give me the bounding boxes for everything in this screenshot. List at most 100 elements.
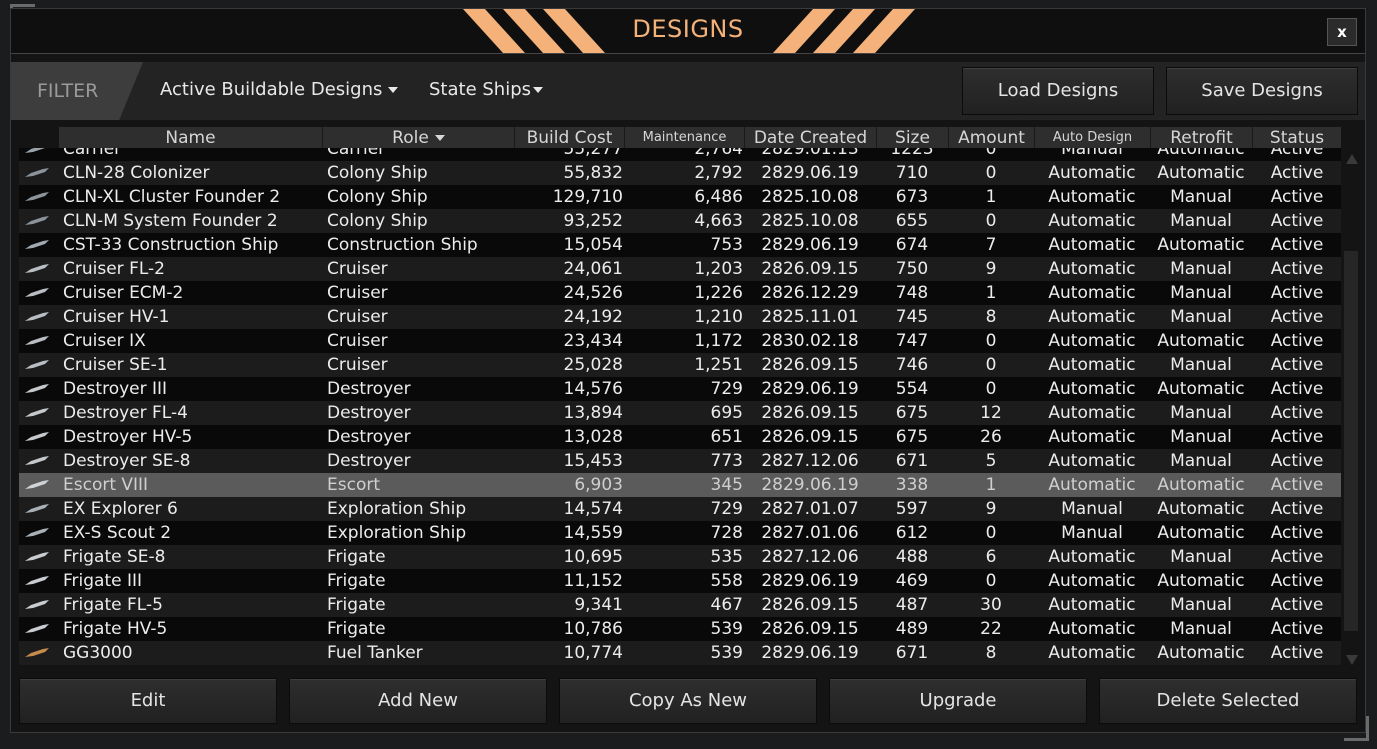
cell-amount: 8 (985, 643, 997, 663)
cell-date-created: 2827.12.06 (761, 451, 859, 471)
tanker-icon (25, 648, 49, 657)
ship-icon (25, 336, 49, 345)
delete-selected-button[interactable]: Delete Selected (1099, 678, 1357, 724)
table-row[interactable]: Destroyer HV-5 Destroyer 13,028 651 2826.09.… (19, 425, 1341, 449)
cell-size: 487 (895, 595, 929, 615)
column-header-date-created[interactable]: Date Created (745, 127, 877, 149)
window-title: DESIGNS (632, 15, 744, 43)
cell-role: Frigate (327, 595, 386, 615)
cell-build-cost: 11,152 (563, 571, 623, 591)
cell-maintenance: 1,226 (694, 283, 743, 303)
cell-maintenance: 651 (710, 427, 743, 447)
cell-role: Exploration Ship (327, 499, 467, 519)
cell-amount: 26 (980, 427, 1002, 447)
cell-amount: 0 (985, 331, 997, 351)
scroll-up-icon[interactable] (1346, 154, 1358, 164)
cell-status: Active (1270, 211, 1324, 231)
cell-date-created: 2827.01.07 (761, 499, 859, 519)
table-row[interactable]: CLN-XL Cluster Founder 2 Colony Ship 129,7… (19, 185, 1341, 209)
table-row[interactable]: Cruiser ECM-2 Cruiser 24,526 1,226 2826.12.2… (19, 281, 1341, 305)
table-row[interactable]: Escort VIII Escort 6,903 345 2829.06.19 338 1 A… (19, 473, 1341, 497)
cell-status: Active (1270, 571, 1324, 591)
cell-retrofit: Automatic (1157, 475, 1245, 495)
edit-button[interactable]: Edit (19, 678, 277, 724)
table-row[interactable]: Cruiser HV-1 Cruiser 24,192 1,210 2825.11.01… (19, 305, 1341, 329)
column-header-maintenance[interactable]: Maintenance (625, 127, 745, 149)
cell-retrofit: Manual (1170, 595, 1232, 615)
cell-role: Colony Ship (327, 187, 428, 207)
ship-icon (25, 600, 49, 609)
column-header-size[interactable]: Size (877, 127, 949, 149)
cell-auto-design: Automatic (1048, 259, 1136, 279)
cell-role: Colony Ship (327, 211, 428, 231)
column-header-status[interactable]: Status (1253, 127, 1341, 149)
ship-icon (25, 168, 49, 177)
cell-size: 488 (895, 547, 929, 567)
cell-auto-design: Automatic (1048, 451, 1136, 471)
table-row[interactable]: Frigate SE-8 Frigate 10,695 535 2827.12.06 48… (19, 545, 1341, 569)
ship-icon (25, 148, 45, 153)
table-row[interactable]: CLN-M System Founder 2 Colony Ship 93,252 4… (19, 209, 1341, 233)
column-header-build-cost[interactable]: Build Cost (515, 127, 625, 149)
save-designs-button[interactable]: Save Designs (1166, 67, 1358, 115)
table-row[interactable]: CST-33 Construction Ship Construction Shi… (19, 233, 1341, 257)
cell-retrofit: Manual (1170, 307, 1232, 327)
cell-build-cost: 23,434 (563, 331, 623, 351)
cell-status: Active (1270, 619, 1324, 639)
table-row[interactable]: Destroyer SE-8 Destroyer 15,453 773 2827.12.… (19, 449, 1341, 473)
cell-maintenance: 729 (710, 499, 743, 519)
upgrade-button[interactable]: Upgrade (829, 678, 1087, 724)
copy-as-new-button[interactable]: Copy As New (559, 678, 817, 724)
cell-name: Frigate FL-5 (63, 595, 163, 615)
cell-size: 675 (895, 403, 929, 423)
cell-size: 671 (895, 451, 929, 471)
cell-size: 469 (895, 571, 929, 591)
load-designs-button[interactable]: Load Designs (962, 67, 1154, 115)
column-header-role[interactable]: Role (323, 127, 515, 149)
cell-date-created: 2829.06.19 (761, 163, 859, 183)
cell-build-cost: 25,028 (563, 355, 623, 375)
cell-size: 675 (895, 427, 929, 447)
scrollbar-thumb[interactable] (1344, 251, 1358, 631)
table-row[interactable]: Cruiser IX Cruiser 23,434 1,172 2830.02.18 74… (19, 329, 1341, 353)
cell-build-cost: 129,710 (552, 187, 623, 207)
table-row[interactable]: Destroyer FL-4 Destroyer 13,894 695 2826.09.… (19, 401, 1341, 425)
cell-role: Cruiser (327, 355, 388, 375)
cell-build-cost: 13,894 (563, 403, 623, 423)
column-header-amount[interactable]: Amount (949, 127, 1035, 149)
table-row[interactable]: GG3000 Fuel Tanker 10,774 539 2829.06.19 671 8… (19, 641, 1341, 665)
ship-type-dropdown[interactable]: State Ships (429, 79, 544, 100)
scroll-down-icon[interactable] (1346, 655, 1358, 665)
table-row[interactable]: Frigate HV-5 Frigate 10,786 539 2826.09.15 48… (19, 617, 1341, 641)
cell-maintenance: 695 (710, 403, 743, 423)
table-row[interactable]: Destroyer III Destroyer 14,576 729 2829.06.1… (19, 377, 1341, 401)
table-row[interactable]: Cruiser SE-1 Cruiser 25,028 1,251 2826.09.15… (19, 353, 1341, 377)
ship-icon (25, 384, 49, 393)
column-header-name[interactable]: Name (59, 127, 323, 149)
close-button[interactable]: x (1327, 18, 1357, 46)
table-row[interactable]: EX-S Scout 2 Exploration Ship 14,559 728 282… (19, 521, 1341, 545)
table-row[interactable]: Frigate III Frigate 11,152 558 2829.06.19 469… (19, 569, 1341, 593)
cell-status: Active (1270, 379, 1324, 399)
table-row[interactable]: Carrier Carrier 55,277 2,764 2829.01.13 1223 0… (19, 148, 1341, 161)
add-new-button[interactable]: Add New (289, 678, 547, 724)
cell-role: Frigate (327, 619, 386, 639)
cell-date-created: 2825.11.01 (761, 307, 859, 327)
table-row[interactable]: Cruiser FL-2 Cruiser 24,061 1,203 2826.09.15… (19, 257, 1341, 281)
design-filter-dropdown[interactable]: Active Buildable Designs (160, 79, 399, 100)
table-scrollbar[interactable] (1342, 149, 1360, 667)
column-header-auto-design[interactable]: Auto Design (1035, 127, 1151, 149)
cell-retrofit: Manual (1170, 619, 1232, 639)
table-row[interactable]: EX Explorer 6 Exploration Ship 14,574 729 28… (19, 497, 1341, 521)
cell-size: 748 (895, 283, 929, 303)
table-row[interactable]: Frigate FL-5 Frigate 9,341 467 2826.09.15 487… (19, 593, 1341, 617)
cell-role: Fuel Tanker (327, 643, 423, 663)
column-header-retrofit[interactable]: Retrofit (1151, 127, 1253, 149)
cell-auto-design: Manual (1061, 523, 1123, 543)
filter-label: FILTER (11, 62, 143, 120)
cell-retrofit: Automatic (1157, 643, 1245, 663)
cell-role: Carrier (327, 148, 386, 159)
cell-name: CLN-M System Founder 2 (63, 211, 278, 231)
table-row[interactable]: CLN-28 Colonizer Colony Ship 55,832 2,792 28… (19, 161, 1341, 185)
cell-amount: 0 (985, 355, 997, 375)
